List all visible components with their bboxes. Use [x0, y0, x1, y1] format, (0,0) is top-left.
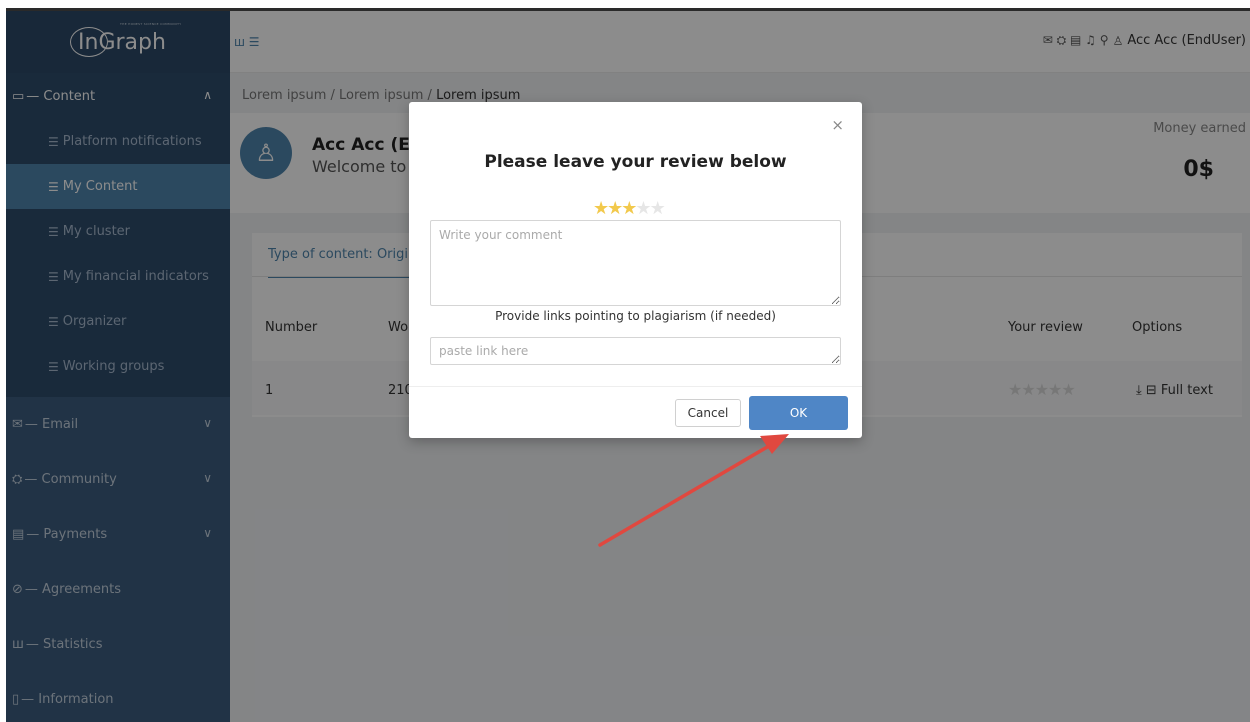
review-modal: × Please leave your review below ★★★★★ P…: [409, 102, 862, 438]
top-strip: [0, 0, 1250, 11]
star-icon[interactable]: ★: [621, 198, 637, 219]
modal-divider: [409, 386, 862, 387]
ok-button[interactable]: OK: [749, 396, 848, 430]
star-icon[interactable]: ★: [607, 198, 623, 219]
close-icon[interactable]: ×: [831, 116, 844, 134]
modal-title: Please leave your review below: [484, 152, 787, 172]
cancel-button[interactable]: Cancel: [675, 399, 741, 427]
comment-field[interactable]: [430, 220, 841, 306]
star-icon[interactable]: ★: [635, 198, 651, 219]
plagiarism-link-field[interactable]: [430, 337, 841, 365]
star-icon[interactable]: ★: [593, 198, 609, 219]
rating-stars[interactable]: ★★★★★: [593, 198, 666, 219]
star-icon[interactable]: ★: [650, 198, 666, 219]
plagiarism-links-label: Provide links pointing to plagiarism (if…: [495, 309, 776, 323]
